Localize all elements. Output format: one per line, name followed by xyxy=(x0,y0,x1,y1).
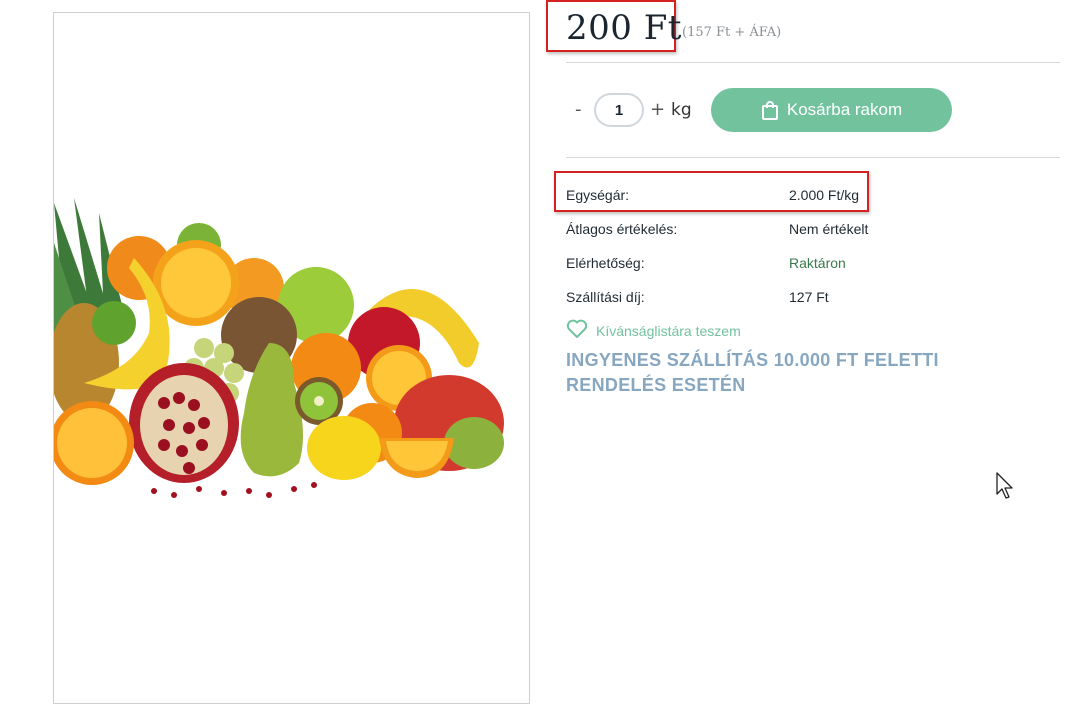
detail-row-availability: Elérhetőség: Raktáron xyxy=(566,255,1056,277)
detail-row-unit-price: Egységár: 2.000 Ft/kg xyxy=(566,187,1056,209)
detail-value: 127 Ft xyxy=(789,289,829,305)
fruit-illustration xyxy=(54,198,504,498)
divider-bottom xyxy=(566,157,1060,158)
detail-label: Szállítási díj: xyxy=(566,289,645,305)
add-to-cart-button[interactable]: Kosárba rakom xyxy=(711,88,952,132)
detail-row-rating: Átlagos értékelés: Nem értékelt xyxy=(566,221,1056,243)
detail-label: Egységár: xyxy=(566,187,630,203)
product-image[interactable] xyxy=(53,12,530,704)
shopping-bag-icon xyxy=(761,100,779,120)
quantity-decrement-button[interactable]: - xyxy=(575,99,582,120)
detail-value: Raktáron xyxy=(789,255,846,271)
detail-value: 2.000 Ft/kg xyxy=(789,187,860,203)
heart-icon xyxy=(566,319,588,342)
quantity-increment-button[interactable]: + xyxy=(650,99,665,120)
product-price-net: (157 Ft + ÁFA) xyxy=(682,25,782,40)
detail-value: Nem értékelt xyxy=(789,221,869,237)
quantity-input[interactable] xyxy=(594,93,644,127)
divider-top xyxy=(566,62,1060,63)
add-to-cart-label: Kosárba rakom xyxy=(786,100,903,119)
quantity-unit: kg xyxy=(671,100,692,120)
product-price: 200 Ft xyxy=(566,8,682,48)
add-to-wishlist-link[interactable]: Kívánságlistára teszem xyxy=(566,319,741,342)
wishlist-label: Kívánságlistára teszem xyxy=(596,322,741,339)
detail-row-shipping-fee: Szállítási díj: 127 Ft xyxy=(566,289,1056,311)
free-shipping-note: INGYENES SZÁLLÍTÁS 10.000 FT FELETTI REN… xyxy=(566,350,939,395)
detail-label: Elérhetőség: xyxy=(566,255,645,271)
detail-label: Átlagos értékelés: xyxy=(566,221,678,237)
mouse-cursor-icon xyxy=(996,472,1016,504)
